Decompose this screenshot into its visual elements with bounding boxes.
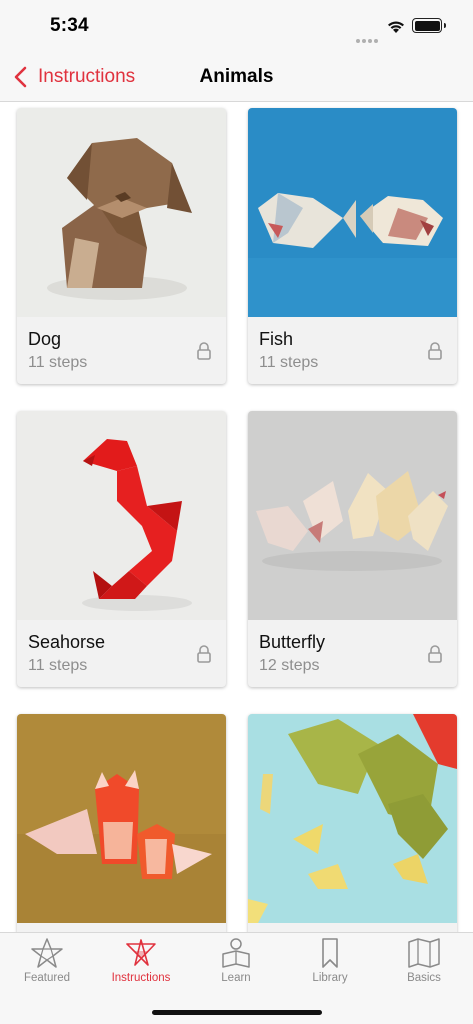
leaves-photo — [248, 714, 457, 923]
origami-star-icon — [126, 939, 156, 966]
tab-label: Featured — [23, 972, 71, 984]
fish-photo — [248, 108, 457, 317]
model-title: Dog — [28, 329, 62, 349]
model-title: Butterfly — [259, 632, 326, 652]
lock-icon — [197, 645, 211, 663]
model-grid: Dog 11 steps Fish 11 steps Seahorse 11 s… — [0, 103, 473, 932]
learn-icon — [222, 938, 250, 968]
dog-photo — [17, 108, 226, 317]
map-icon — [408, 938, 440, 968]
model-title: Fish — [259, 329, 294, 349]
status-bar: 5:34 — [0, 0, 473, 54]
fox-photo — [17, 714, 226, 923]
model-steps: 11 steps — [259, 354, 319, 371]
tab-label: Library — [312, 972, 348, 984]
model-card-seahorse[interactable]: Seahorse 11 steps — [17, 411, 226, 687]
model-steps: 11 steps — [28, 354, 88, 371]
status-time: 5:34 — [50, 15, 89, 36]
tab-basics[interactable]: Basics — [377, 937, 471, 989]
tab-label: Instructions — [111, 972, 171, 984]
tab-instructions[interactable]: Instructions — [94, 937, 188, 989]
wifi-icon — [388, 21, 404, 33]
model-card-fox[interactable] — [17, 714, 226, 932]
tab-label: Basics — [407, 972, 441, 984]
tab-label: Learn — [221, 972, 251, 984]
battery-icon — [412, 18, 446, 33]
lock-icon — [428, 645, 442, 663]
model-steps: 11 steps — [28, 657, 88, 674]
seahorse-photo — [17, 411, 226, 620]
lock-icon — [197, 342, 211, 360]
home-indicator[interactable] — [152, 1010, 322, 1015]
model-card-dog[interactable]: Dog 11 steps — [17, 108, 226, 384]
model-steps: 12 steps — [259, 657, 320, 674]
tab-featured[interactable]: Featured — [0, 937, 94, 989]
bookmark-icon — [322, 938, 338, 968]
model-card-butterfly[interactable]: Butterfly 12 steps — [248, 411, 457, 687]
butterfly-photo — [248, 411, 457, 620]
model-card-fish[interactable]: Fish 11 steps — [248, 108, 457, 384]
page-title: Animals — [199, 66, 274, 87]
navigation-bar: Instructions Animals — [0, 54, 473, 102]
tab-learn[interactable]: Learn — [189, 937, 283, 989]
tab-bar: Featured Instructions Learn Library Basi… — [0, 932, 473, 1024]
signal-dots-icon — [356, 30, 382, 43]
lock-icon — [428, 342, 442, 360]
model-card-leaves[interactable] — [248, 714, 457, 932]
tab-library[interactable]: Library — [283, 937, 377, 989]
star-icon — [31, 938, 63, 968]
model-title: Seahorse — [28, 632, 106, 652]
